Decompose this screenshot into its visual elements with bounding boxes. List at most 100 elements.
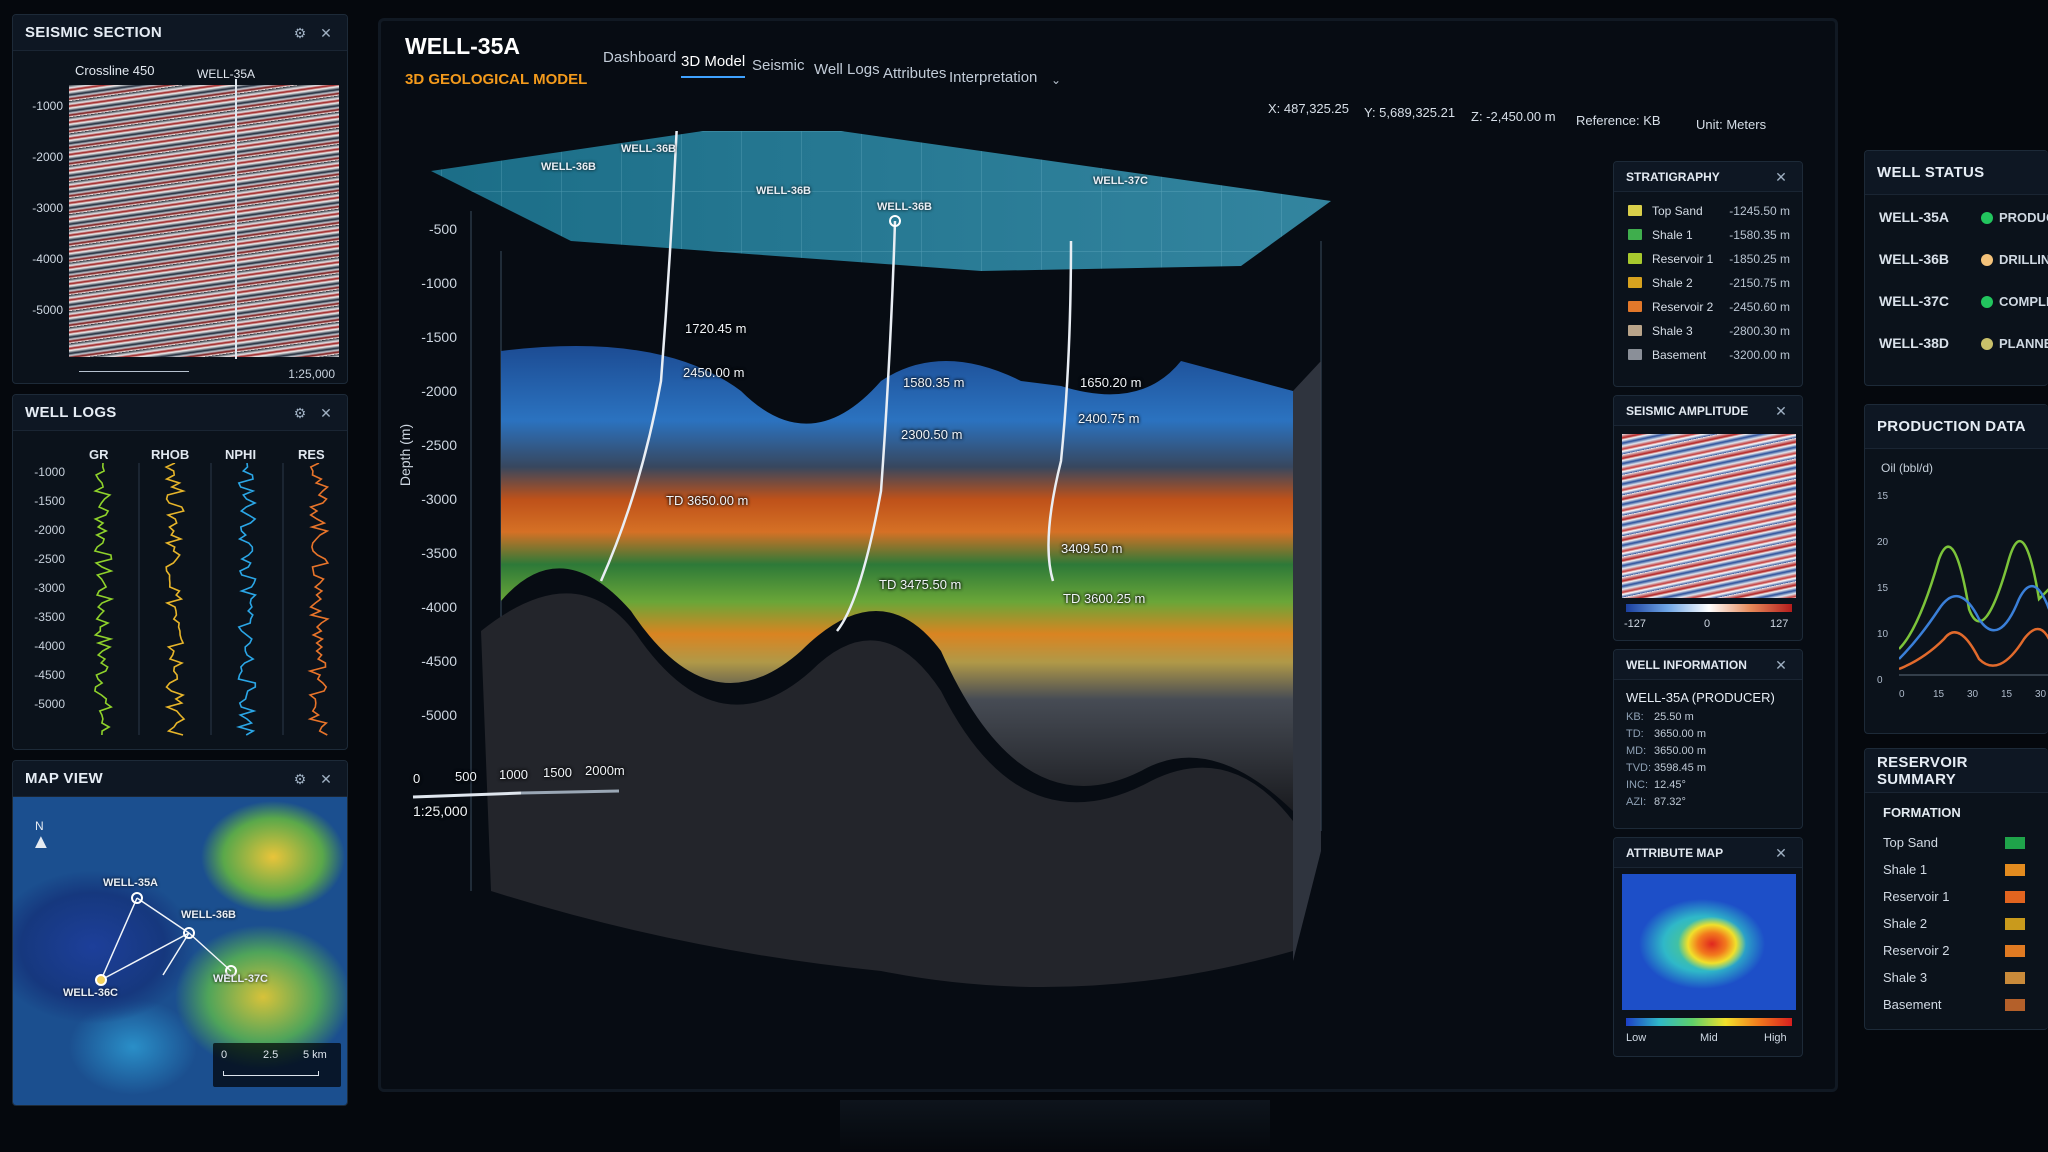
reservoir-summary-header: RESERVOIR SUMMARY (1865, 749, 2048, 793)
reservoir-formation-name[interactable]: Shale 2 (1883, 916, 1927, 931)
page-subtitle: 3D GEOLOGICAL MODEL (405, 71, 588, 88)
close-icon[interactable]: ✕ (317, 24, 335, 42)
close-icon[interactable]: ✕ (1772, 844, 1790, 862)
reservoir-color-swatch (2005, 972, 2025, 984)
stratigraphy-row[interactable]: Shale 3 -2800.30 m (1628, 322, 1790, 340)
well-info-row: KB: 25.50 m (1626, 709, 1775, 726)
stratigraphy-row[interactable]: Shale 2 -2150.75 m (1628, 274, 1790, 292)
map-well-label[interactable]: WELL-37C (213, 973, 268, 985)
reservoir-formation-name[interactable]: Shale 1 (1883, 862, 1927, 877)
map-scale-tick: 5 km (303, 1049, 327, 1061)
reservoir-formation-name[interactable]: Reservoir 1 (1883, 889, 1949, 904)
close-icon[interactable]: ✕ (1772, 656, 1790, 674)
production-y-tick: 10 (1877, 629, 1889, 640)
model-scale-tick: 0 (413, 771, 421, 786)
log-depth-label: -2500 (34, 552, 65, 566)
well-depth-annotation: 3409.50 m (1061, 541, 1123, 556)
reservoir-formation-name[interactable]: Shale 3 (1883, 970, 1927, 985)
layer-color-swatch (1628, 349, 1642, 360)
seismic-amplitude-image[interactable] (1622, 434, 1796, 598)
tab-dashboard[interactable]: Dashboard (603, 49, 676, 66)
tab-3d-model[interactable]: 3D Model (681, 53, 746, 78)
well-status-value: PRODUC (1999, 210, 2048, 225)
chevron-down-icon[interactable]: ⌄ (1051, 73, 1061, 87)
well-status-name[interactable]: WELL-36B (1879, 251, 1949, 267)
well-status-name[interactable]: WELL-38D (1879, 335, 1949, 351)
production-y-tick: 0 (1877, 675, 1883, 686)
seismic-section-header: SEISMIC SECTION ⚙ ✕ (13, 15, 347, 51)
well-logs-panel: WELL LOGS ⚙ ✕ GR RHOB NPHI RES -1000 -150… (12, 394, 348, 750)
map-well-label[interactable]: WELL-36B (181, 909, 236, 921)
surface-well-label[interactable]: WELL-36B (756, 185, 811, 197)
reference-label: Reference: KB (1576, 113, 1661, 128)
reservoir-color-swatch (2005, 837, 2025, 849)
well-logs-header: WELL LOGS ⚙ ✕ (13, 395, 347, 431)
well-info-value: 3650.00 m (1654, 745, 1706, 757)
log-depth-label: -4500 (34, 668, 65, 682)
tab-well-logs[interactable]: Well Logs (814, 61, 880, 78)
model-scale-tick: 1000 (499, 767, 528, 782)
depth-axis-title: Depth (m) (397, 423, 413, 487)
well-info-value: 25.50 m (1654, 711, 1694, 723)
well-info-value: 3650.00 m (1654, 728, 1706, 740)
amplitude-colorbar (1626, 604, 1792, 612)
main-screen: WELL-35A 3D GEOLOGICAL MODEL Dashboard 3… (378, 18, 1838, 1092)
well-info-key: AZI: (1626, 796, 1647, 808)
surface-well-label[interactable]: WELL-37C (1093, 175, 1148, 187)
seismic-section-panel: SEISMIC SECTION ⚙ ✕ Crossline 450 WELL-3… (12, 14, 348, 384)
map-well-label[interactable]: WELL-35A (103, 877, 158, 889)
stratigraphy-row[interactable]: Reservoir 1 -1850.25 m (1628, 250, 1790, 268)
attribute-map-image[interactable] (1622, 874, 1796, 1010)
close-icon[interactable]: ✕ (317, 404, 335, 422)
stratigraphy-row[interactable]: Reservoir 2 -2450.60 m (1628, 298, 1790, 316)
tab-seismic[interactable]: Seismic (752, 57, 805, 74)
layer-name: Top Sand (1652, 204, 1703, 218)
production-data-header: PRODUCTION DATA (1865, 405, 2048, 449)
status-indicator-icon (1981, 212, 1993, 224)
surface-well-label[interactable]: WELL-36B (621, 143, 676, 155)
reservoir-formation-name[interactable]: Top Sand (1883, 835, 1938, 850)
close-icon[interactable]: ✕ (1772, 402, 1790, 420)
stratigraphy-row[interactable]: Shale 1 -1580.35 m (1628, 226, 1790, 244)
reservoir-formation-name[interactable]: Reservoir 2 (1883, 943, 1949, 958)
log-col-res: RES (298, 447, 325, 462)
map-well-label[interactable]: WELL-36C (63, 987, 118, 999)
well-logs-tracks[interactable] (73, 463, 345, 743)
settings-icon[interactable]: ⚙ (291, 24, 309, 42)
status-indicator-icon (1981, 296, 1993, 308)
reservoir-color-swatch (2005, 891, 2025, 903)
production-y-tick: 15 (1877, 491, 1889, 502)
well-status-name[interactable]: WELL-37C (1879, 293, 1949, 309)
reservoir-color-swatch (2005, 945, 2025, 957)
reservoir-formation-name[interactable]: Basement (1883, 997, 1942, 1012)
attribute-high: High (1764, 1032, 1787, 1044)
well-information-rows: KB: 25.50 m TD: 3650.00 m MD: 3650.00 m TVD: 35… (1626, 709, 1775, 811)
surface-well-label[interactable]: WELL-36B (541, 161, 596, 173)
log-depth-label: -1500 (34, 494, 65, 508)
settings-icon[interactable]: ⚙ (291, 404, 309, 422)
well-status-name[interactable]: WELL-35A (1879, 209, 1949, 225)
settings-icon[interactable]: ⚙ (291, 770, 309, 788)
stratigraphy-row[interactable]: Basement -3200.00 m (1628, 346, 1790, 364)
stratigraphy-title: STRATIGRAPHY (1626, 169, 1720, 184)
production-chart[interactable] (1899, 489, 2048, 679)
amplitude-max: 127 (1770, 618, 1789, 630)
seismic-section-image[interactable] (69, 85, 339, 357)
unit-label: Unit: Meters (1696, 117, 1767, 132)
model-viewport[interactable]: Depth (m) -500 -1000 -1500 -2000 -2500 -3000 -… (381, 131, 1601, 1089)
surface-well-label[interactable]: WELL-36B (877, 201, 932, 213)
seismic-scale-text: 1:25,000 (288, 367, 335, 381)
model-scale-tick: 2000m (585, 763, 625, 778)
close-icon[interactable]: ✕ (1772, 168, 1790, 186)
status-indicator-icon (1981, 254, 1993, 266)
tab-attributes[interactable]: Attributes (883, 65, 946, 82)
log-depth-label: -3000 (34, 581, 65, 595)
stratigraphy-row[interactable]: Top Sand -1245.50 m (1628, 202, 1790, 220)
log-curve-res (307, 463, 330, 736)
layer-color-swatch (1628, 325, 1642, 336)
well-info-value: 87.32° (1654, 796, 1686, 808)
tab-interpretation[interactable]: Interpretation (949, 69, 1037, 86)
layer-depth: -2150.75 m (1729, 276, 1790, 290)
production-x-tick: 15 (2001, 689, 2013, 700)
close-icon[interactable]: ✕ (317, 770, 335, 788)
